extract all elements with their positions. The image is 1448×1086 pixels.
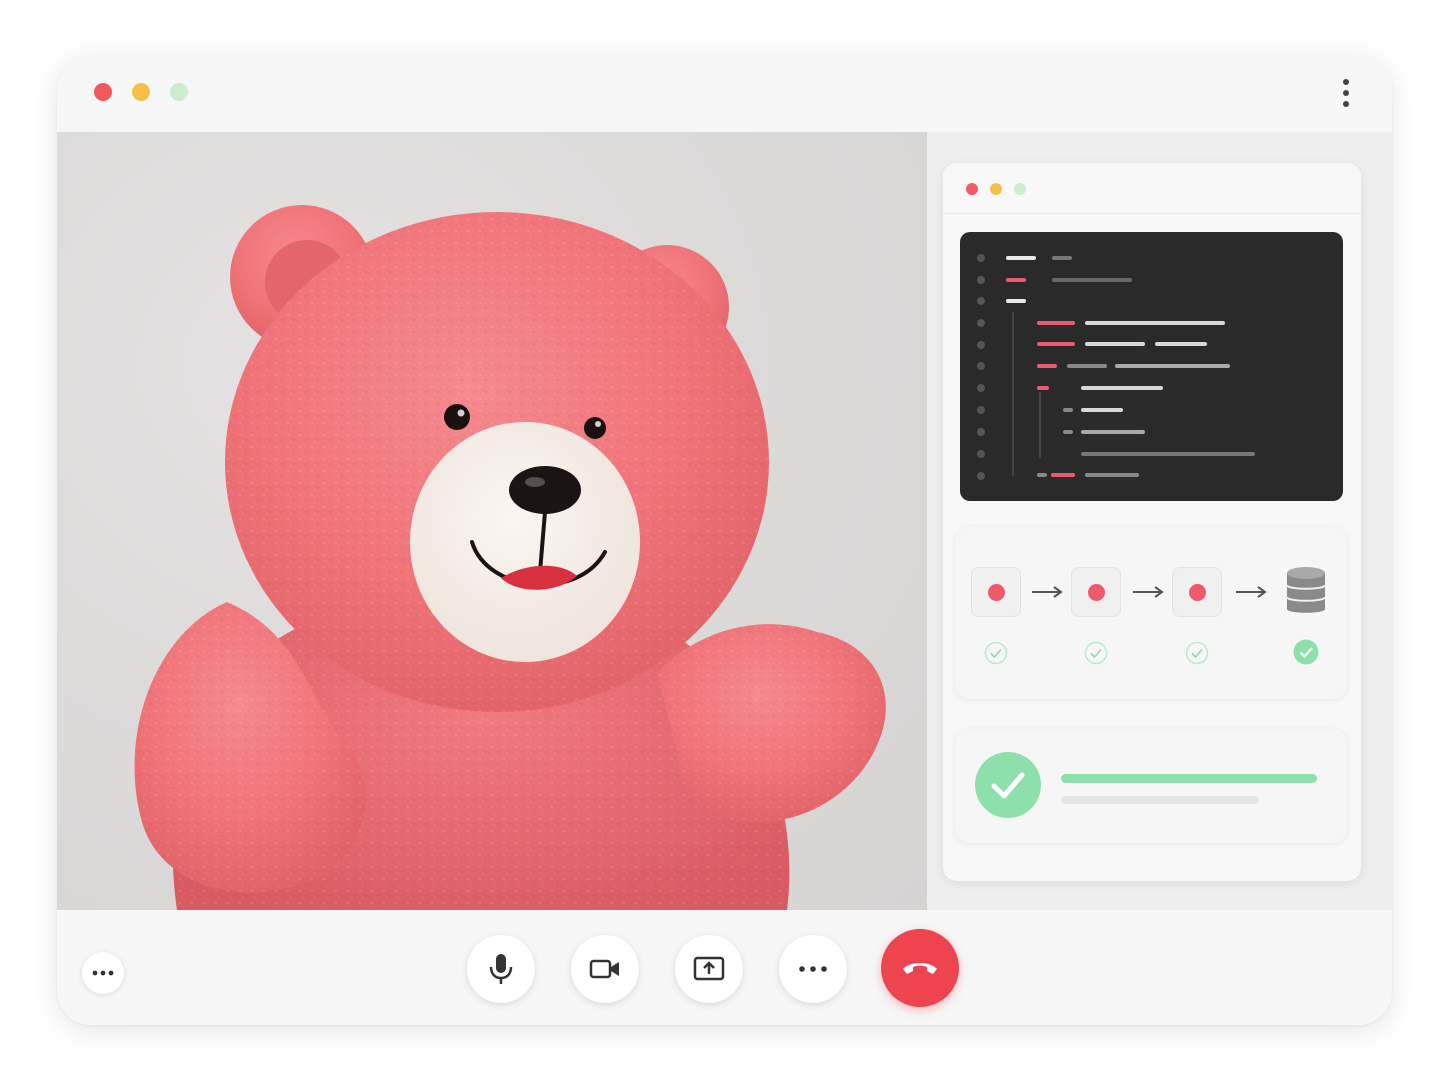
check-circle-icon — [1084, 641, 1108, 665]
arrow-right-icon — [1133, 586, 1164, 598]
screen-share-panel — [927, 132, 1392, 910]
end-call-button[interactable] — [881, 929, 959, 1007]
screen-share-icon — [693, 956, 725, 981]
title-bar — [57, 55, 1392, 131]
hang-up-icon — [903, 963, 937, 974]
minimize-dot[interactable] — [132, 83, 150, 101]
more-horizontal-icon — [799, 966, 827, 972]
microphone-button[interactable] — [467, 935, 535, 1003]
video-camera-icon — [589, 959, 619, 979]
more-options-button[interactable] — [82, 952, 124, 994]
check-circle-icon — [984, 641, 1008, 665]
shared-maximize-dot — [1014, 183, 1026, 195]
pipeline-step-3 — [1172, 567, 1222, 617]
participant-video — [57, 132, 927, 910]
more-options-icon — [92, 970, 114, 976]
shared-window — [943, 163, 1361, 881]
database-icon — [1286, 567, 1326, 613]
code-editor-illustration — [960, 232, 1343, 501]
maximize-dot[interactable] — [170, 83, 188, 101]
check-circle-icon — [1185, 641, 1209, 665]
pink-dot-icon — [988, 584, 1005, 601]
microphone-icon — [489, 954, 513, 984]
call-stage — [57, 132, 1392, 910]
teddy-bear-image — [134, 205, 886, 910]
arrow-right-icon — [1236, 586, 1267, 598]
camera-button[interactable] — [571, 935, 639, 1003]
pink-dot-icon — [1088, 584, 1105, 601]
close-dot[interactable] — [94, 83, 112, 101]
call-controls-bar — [57, 910, 1392, 1025]
pink-dot-icon — [1189, 584, 1206, 601]
shared-window-titlebar — [943, 163, 1361, 214]
pipeline-step-2 — [1071, 567, 1121, 617]
arrow-right-icon — [1032, 586, 1063, 598]
more-button[interactable] — [779, 935, 847, 1003]
success-subline — [1061, 796, 1259, 804]
check-circle-filled-icon — [1293, 639, 1319, 665]
pipeline-step-1 — [971, 567, 1021, 617]
success-progress-bar — [1061, 774, 1317, 783]
shared-close-dot — [966, 183, 978, 195]
share-screen-button[interactable] — [675, 935, 743, 1003]
check-circle-icon — [975, 752, 1041, 818]
shared-minimize-dot — [990, 183, 1002, 195]
vertical-ellipsis-icon[interactable] — [1334, 77, 1358, 109]
success-card — [955, 729, 1347, 843]
video-call-window — [57, 55, 1392, 1025]
pipeline-card — [955, 527, 1347, 699]
